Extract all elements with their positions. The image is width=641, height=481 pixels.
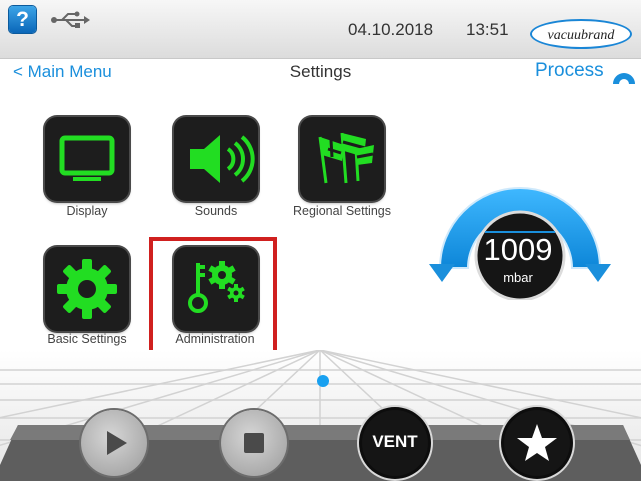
play-icon bbox=[107, 431, 127, 455]
process-link[interactable]: Process bbox=[535, 60, 604, 82]
vent-label: VENT bbox=[372, 432, 418, 451]
flags-icon bbox=[318, 132, 374, 184]
page-indicator-dot[interactable] bbox=[317, 375, 329, 387]
star-icon bbox=[517, 424, 557, 461]
regional-settings-tile[interactable] bbox=[300, 117, 384, 201]
sounds-tile[interactable] bbox=[174, 117, 258, 201]
display-label: Display bbox=[66, 204, 108, 218]
vent-button[interactable]: VENT bbox=[362, 410, 428, 476]
sounds-label: Sounds bbox=[194, 204, 238, 218]
date-text: 04.10.2018 bbox=[348, 20, 434, 39]
gear-icon bbox=[57, 259, 117, 319]
pressure-unit: mbar bbox=[503, 270, 533, 285]
nav-bar: < Main Menu Settings Process bbox=[0, 58, 641, 88]
pressure-value: 1009 bbox=[483, 232, 553, 267]
vacuubrand-logo: vacuubrand bbox=[530, 19, 632, 49]
stop-icon bbox=[244, 433, 264, 453]
basic-settings-tile[interactable] bbox=[45, 247, 129, 331]
display-tile[interactable] bbox=[45, 117, 129, 201]
selection-highlight bbox=[149, 237, 277, 354]
monitor-icon bbox=[59, 135, 115, 181]
time-text: 13:51 bbox=[466, 20, 509, 39]
process-icon[interactable] bbox=[611, 66, 637, 84]
usb-icon bbox=[51, 11, 90, 28]
favorites-button[interactable] bbox=[504, 410, 570, 476]
status-bar: ? 04.10.2018 13:51 vacuubrand bbox=[0, 0, 641, 59]
start-button[interactable] bbox=[81, 410, 147, 476]
basic-settings-label: Basic Settings bbox=[47, 332, 127, 346]
speaker-icon bbox=[190, 135, 255, 183]
stop-button[interactable] bbox=[221, 410, 287, 476]
regional-settings-label: Regional Settings bbox=[293, 204, 391, 218]
help-button[interactable]: ? bbox=[9, 6, 36, 33]
